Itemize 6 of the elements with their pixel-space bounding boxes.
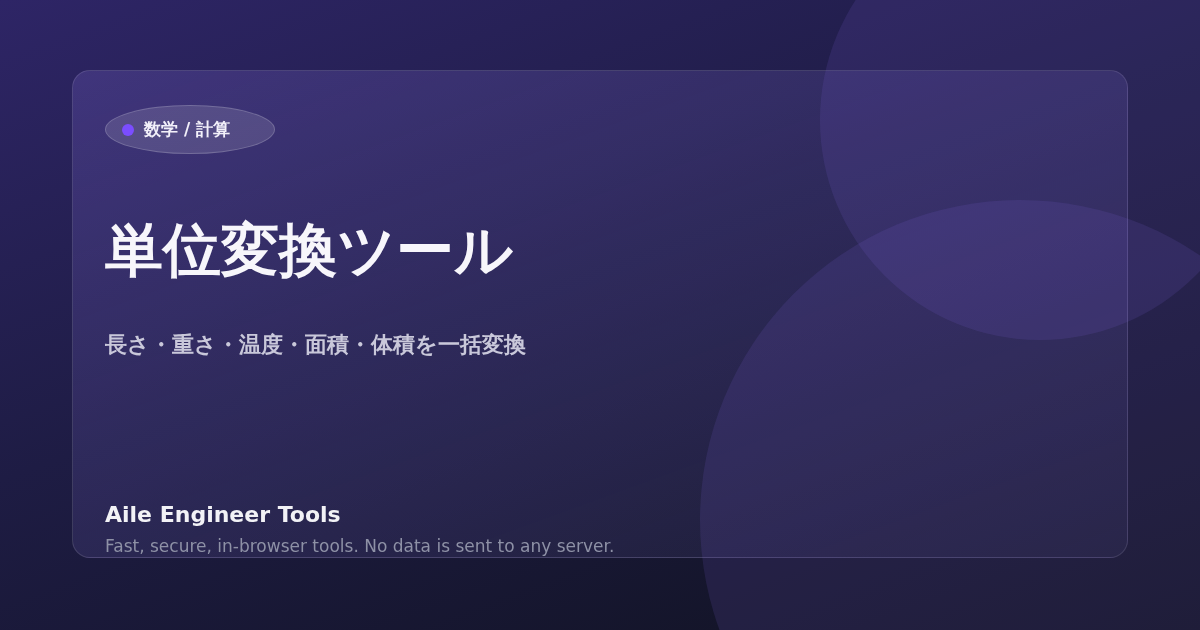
category-label: 数学 / 計算 (144, 118, 231, 141)
page-title: 単位変換ツール (105, 216, 513, 286)
tagline: Fast, secure, in-browser tools. No data is sent to any server. (105, 535, 615, 557)
dot-icon (122, 123, 134, 136)
subtitle: 長さ・重さ・温度・面積・体積を一括変換 (105, 330, 526, 359)
brand-name: Aile Engineer Tools (105, 502, 341, 527)
